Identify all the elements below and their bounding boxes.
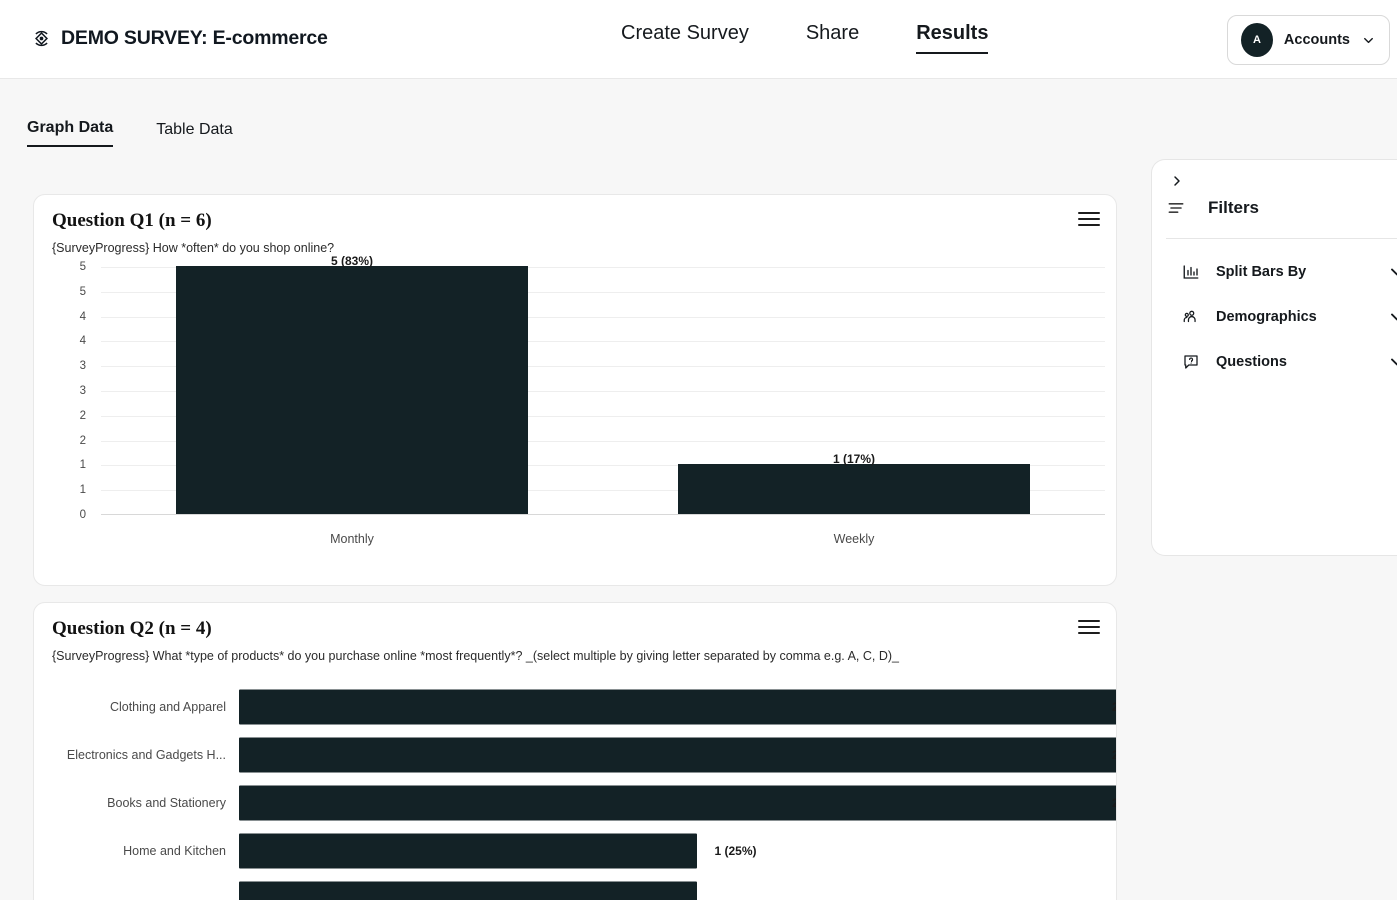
x-axis-category-label: Monthly — [330, 532, 374, 546]
filter-item-label: Demographics — [1216, 309, 1317, 325]
y-axis-tick-label: 1 — [80, 484, 86, 496]
bar[interactable] — [239, 786, 1116, 821]
bar-value-label: 1 (17%) — [833, 452, 875, 466]
bar-value-label: 2 (50%) — [1112, 796, 1116, 810]
filters-panel: Filters Split Bars By — [1151, 159, 1397, 556]
bar[interactable] — [176, 266, 527, 514]
bar[interactable] — [678, 464, 1029, 514]
brand-title: DEMO SURVEY: E-commerce — [61, 27, 328, 50]
filter-lines-icon — [1166, 198, 1186, 218]
bar-row: Books and Stationery 2 (50%) — [34, 779, 1116, 827]
avatar: A — [1241, 23, 1273, 57]
y-axis-tick-label: 3 — [80, 385, 86, 397]
q1-y-axis: 55443322110 — [34, 267, 98, 515]
bar-row: Clothing and Apparel 2 (50%) — [34, 683, 1116, 731]
nav-item-results[interactable]: Results — [916, 22, 988, 54]
y-axis-tick-label: 0 — [80, 509, 86, 521]
people-group-icon — [1182, 308, 1204, 326]
category-label: Books and Stationery — [34, 796, 226, 810]
account-menu-button[interactable]: A Accounts — [1227, 15, 1390, 65]
divider — [1166, 238, 1397, 239]
page-title: Question Q2 (n = 4) — [52, 618, 212, 640]
bar-value-label: 5 (83%) — [331, 254, 373, 268]
primary-navigation: Create Survey Share Results — [621, 22, 988, 54]
bar-row — [34, 875, 1116, 900]
chevron-down-icon — [1361, 33, 1376, 48]
y-axis-tick-label: 2 — [80, 410, 86, 422]
bar-chart-icon — [1182, 263, 1204, 281]
y-axis-tick-label: 3 — [80, 360, 86, 372]
nav-item-share[interactable]: Share — [806, 22, 859, 52]
q1-vertical-bar-chart: 55443322110 5 (83%)1 (17%) MonthlyWeekly — [34, 267, 1116, 577]
question-subtitle: {SurveyProgress} What *type of products*… — [52, 649, 899, 663]
question-card-q1: Question Q1 (n = 6) {SurveyProgress} How… — [33, 194, 1117, 586]
y-axis-tick-label: 2 — [80, 435, 86, 447]
filter-item-split-bars-by[interactable]: Split Bars By — [1182, 257, 1397, 287]
filter-item-demographics[interactable]: Demographics — [1182, 302, 1397, 332]
nav-item-create-survey[interactable]: Create Survey — [621, 22, 749, 52]
chevron-down-icon[interactable] — [1387, 262, 1397, 282]
category-label: Clothing and Apparel — [34, 700, 226, 714]
target-diamond-logo-icon — [31, 28, 52, 49]
bar-row: Home and Kitchen 1 (25%) — [34, 827, 1116, 875]
account-label: Accounts — [1284, 32, 1350, 48]
y-axis-tick-label: 4 — [80, 335, 86, 347]
bar[interactable] — [239, 690, 1116, 725]
x-axis-category-label: Weekly — [834, 532, 875, 546]
y-axis-tick-label: 4 — [80, 311, 86, 323]
top-header-bar: DEMO SURVEY: E-commerce Create Survey Sh… — [0, 0, 1397, 79]
filter-item-label: Questions — [1216, 354, 1287, 370]
bar[interactable] — [239, 882, 697, 900]
bar[interactable] — [239, 834, 697, 869]
y-axis-tick-label: 5 — [80, 261, 86, 273]
hamburger-menu-icon[interactable] — [1078, 620, 1100, 634]
brand-logo-and-title[interactable]: DEMO SURVEY: E-commerce — [31, 27, 328, 50]
filters-title: Filters — [1208, 198, 1259, 218]
tab-table-data[interactable]: Table Data — [156, 121, 233, 147]
bar[interactable] — [239, 738, 1116, 773]
question-subtitle: {SurveyProgress} How *often* do you shop… — [52, 241, 334, 255]
bar-value-label: 2 (50%) — [1112, 748, 1116, 762]
chevron-down-icon[interactable] — [1387, 307, 1397, 327]
category-label: Home and Kitchen — [34, 844, 226, 858]
y-axis-tick-label: 1 — [80, 459, 86, 471]
question-bubble-icon — [1182, 353, 1204, 371]
q2-horizontal-bar-chart: Clothing and Apparel2 (50%)Electronics a… — [34, 683, 1116, 900]
hamburger-menu-icon[interactable] — [1078, 212, 1100, 226]
bar-row: Electronics and Gadgets H... 2 (50%) — [34, 731, 1116, 779]
category-label: Electronics and Gadgets H... — [34, 748, 226, 762]
page-title: Question Q1 (n = 6) — [52, 210, 212, 232]
results-scroll-area[interactable]: Question Q1 (n = 6) {SurveyProgress} How… — [0, 159, 1150, 900]
q1-plot-area: 5 (83%)1 (17%) — [101, 267, 1105, 515]
tab-graph-data[interactable]: Graph Data — [27, 119, 113, 147]
filters-header: Filters — [1166, 198, 1259, 218]
chevron-right-icon[interactable] — [1166, 170, 1188, 192]
filter-item-questions[interactable]: Questions — [1182, 347, 1397, 377]
filter-item-label: Split Bars By — [1216, 264, 1306, 280]
bar-value-label: 1 (25%) — [715, 844, 757, 858]
chevron-down-icon[interactable] — [1387, 352, 1397, 372]
y-axis-tick-label: 5 — [80, 286, 86, 298]
bar-value-label: 2 (50%) — [1112, 700, 1116, 714]
question-card-q2: Question Q2 (n = 4) {SurveyProgress} Wha… — [33, 602, 1117, 900]
results-view-tabs: Graph Data Table Data — [0, 79, 1397, 159]
